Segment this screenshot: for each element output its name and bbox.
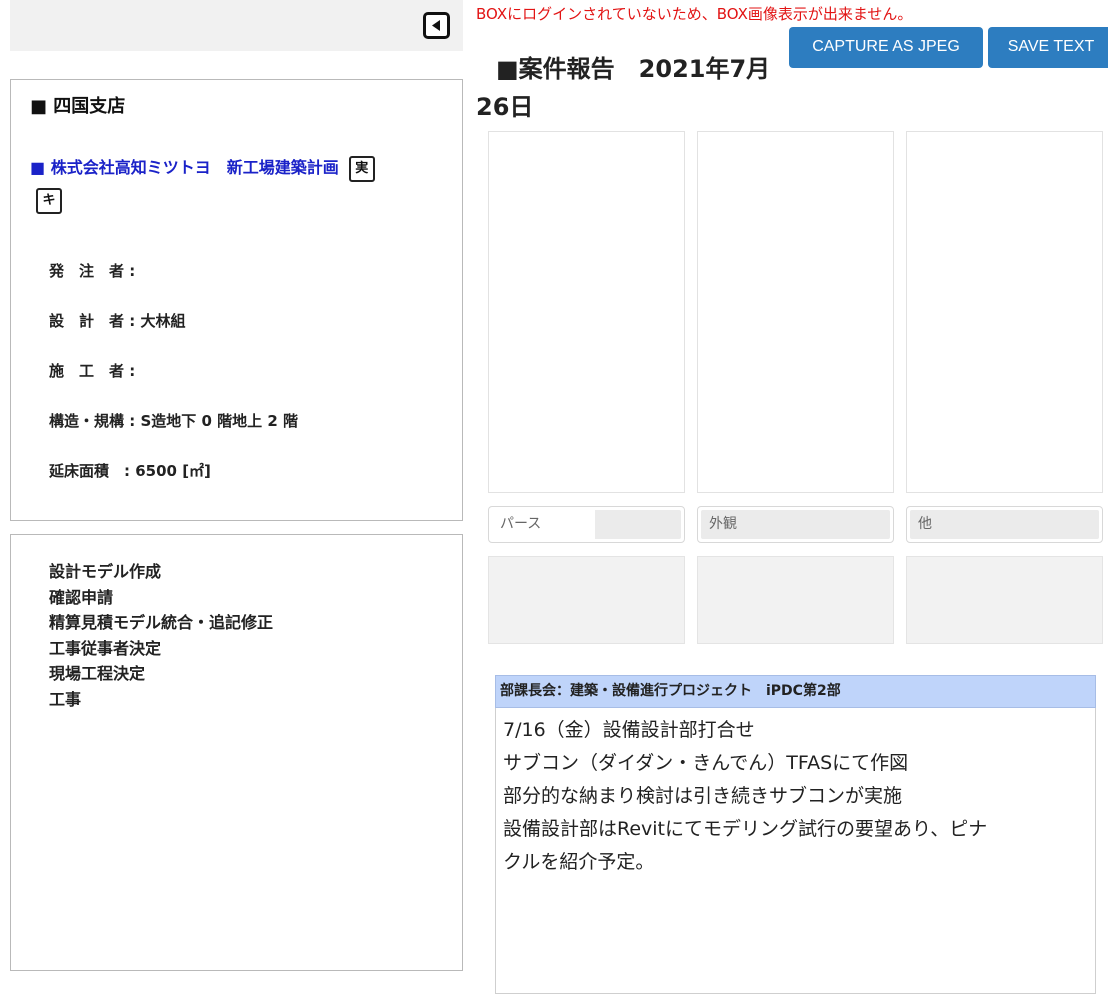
caption-field-perspective[interactable]: パース [488,506,685,543]
project-info-panel [10,79,463,521]
memo-textarea[interactable]: 7/16（金）設備設計部打合せ サブコン（ダイダン・きんでん）TFASにて作図 … [495,708,1096,994]
image-slot-other[interactable] [906,131,1103,493]
task-item: 工事従事者決定 [49,638,162,658]
project-name-link[interactable]: ■ 株式会社高知ミツトヨ 新工場建築計画 [30,158,339,177]
thumbnail-slot-1 [488,556,685,644]
caption-text: 他 [910,510,1099,539]
save-text-button[interactable]: SAVE TEXT [988,27,1108,68]
image-slot-perspective[interactable] [488,131,685,493]
report-title: ■案件報告 2021年7月26日 [476,55,771,121]
memo-header: 部課長会：建築・設備進行プロジェクト iPDC第2部 [495,675,1096,708]
box-login-warning: BOXにログインされていないため、BOX画像表示が出来ません。 [476,5,913,23]
field-floor-area: 延床面積 : 6500 [㎡] [49,462,211,480]
memo-line: クルを紹介予定。 [503,851,655,873]
task-item: 確認申請 [49,587,114,607]
collapse-left-button[interactable] [423,12,450,39]
caption-text: パース [492,510,681,539]
task-item: 設計モデル作成 [49,562,162,581]
caption-field-exterior[interactable]: 外観 [697,506,894,543]
memo-line: 設備設計部はRevitにてモデリング試行の要望あり、ピナ [503,818,988,840]
thumbnail-slot-3 [906,556,1103,644]
field-designer: 設 計 者 : 大林組 [49,312,186,330]
image-slot-exterior[interactable] [697,131,894,493]
field-client: 発 注 者 : [49,262,136,280]
thumbnail-slot-2 [697,556,894,644]
memo-line: 7/16（金）設備設計部打合せ [503,719,755,741]
left-panel-toolbar [10,0,463,51]
caption-text: 外観 [701,510,890,539]
task-item: 現場工程決定 [49,664,146,684]
project-tag-button-1[interactable]: 実 [348,155,375,182]
caption-field-other[interactable]: 他 [906,506,1103,543]
branch-name: ■ 四国支店 [30,96,126,117]
project-title: ■ 株式会社高知ミツトヨ 新工場建築計画実キ [30,152,435,216]
collapse-left-icon [432,20,440,31]
capture-jpeg-button[interactable]: CAPTURE AS JPEG [789,27,983,68]
task-list: 設計モデル作成 確認申請 精算見積モデル統合・追記修正 工事従事者決定 現場工程… [49,559,273,713]
memo-line: 部分的な納まり検討は引き続きサブコンが実施 [503,785,903,807]
project-tag-button-2[interactable]: キ [36,187,62,214]
task-item: 精算見積モデル統合・追記修正 [49,613,274,633]
field-structure: 構造・規構 : S造地下 0 階地上 2 階 [49,412,299,430]
task-item: 工事 [49,689,82,709]
field-contractor: 施 工 者 : [49,362,136,380]
memo-line: サブコン（ダイダン・きんでん）TFASにて作図 [503,752,909,774]
